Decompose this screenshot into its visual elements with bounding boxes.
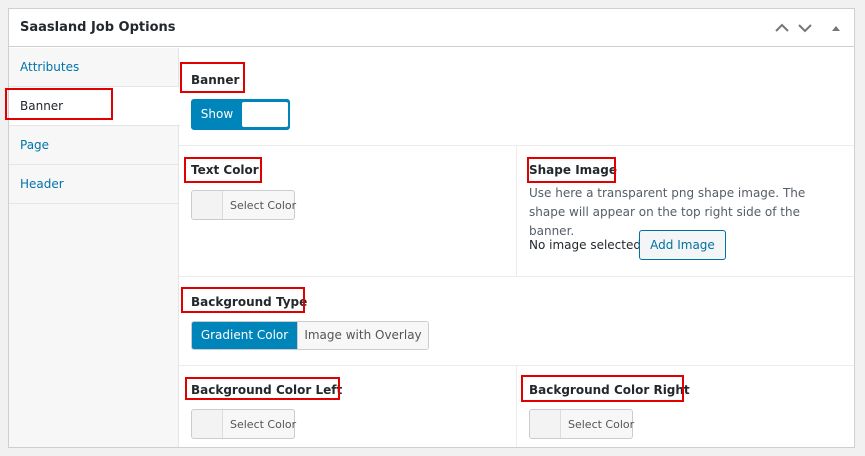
tab-label: Header bbox=[20, 177, 64, 191]
highlight-box bbox=[181, 287, 305, 313]
add-image-button[interactable]: Add Image bbox=[639, 230, 726, 260]
options-sidebar: Attributes Banner Page Header bbox=[5, 48, 180, 447]
bg-color-right-field: Background Color Right Select Color bbox=[516, 366, 854, 447]
shape-image-field: Shape Image Use here a transparent png s… bbox=[516, 146, 854, 276]
field-row-colors: Text Color Select Color Shape Image Use … bbox=[179, 146, 854, 277]
color-swatch bbox=[192, 410, 223, 438]
metabox-header[interactable]: Saasland Job Options bbox=[9, 9, 854, 47]
toggle-knob bbox=[242, 102, 288, 127]
bg-color-left-picker-button[interactable]: Select Color bbox=[191, 409, 297, 439]
highlight-box bbox=[185, 377, 340, 400]
chevron-down-icon[interactable] bbox=[796, 19, 814, 37]
metabox-body: Attributes Banner Page Header Banner Sho… bbox=[5, 48, 854, 447]
select-color-label: Select Color bbox=[230, 418, 297, 431]
color-swatch bbox=[530, 410, 561, 438]
field-row-banner: Banner Show bbox=[179, 48, 854, 146]
highlight-box bbox=[5, 88, 113, 120]
tab-label: Attributes bbox=[20, 60, 80, 74]
field-row-background-type: Background Type Gradient Color Image wit… bbox=[179, 277, 854, 366]
tab-attributes[interactable]: Attributes bbox=[9, 48, 179, 87]
toggle-on-label: Show bbox=[200, 107, 234, 121]
select-color-label: Select Color bbox=[230, 199, 297, 212]
bg-color-right-picker-button[interactable]: Select Color bbox=[529, 409, 635, 439]
metabox-title: Saasland Job Options bbox=[20, 20, 176, 35]
highlight-box bbox=[521, 375, 684, 402]
option-gradient-color[interactable]: Gradient Color bbox=[192, 322, 297, 349]
color-swatch bbox=[192, 191, 223, 219]
field-row-background-colors: Background Color Left Select Color Backg… bbox=[179, 366, 854, 447]
options-panel: Banner Show Text Color Select Color Shap… bbox=[179, 48, 854, 447]
chevron-up-icon[interactable] bbox=[773, 19, 791, 37]
text-color-picker-button[interactable]: Select Color bbox=[191, 190, 297, 220]
highlight-box bbox=[184, 157, 262, 183]
text-color-field: Text Color Select Color bbox=[179, 146, 516, 276]
tab-page[interactable]: Page bbox=[9, 126, 179, 165]
triangle-up-icon[interactable] bbox=[827, 19, 845, 37]
highlight-box bbox=[527, 157, 616, 183]
job-options-metabox: Saasland Job Options Attributes Banner P… bbox=[5, 8, 855, 448]
option-image-with-overlay[interactable]: Image with Overlay bbox=[297, 322, 428, 349]
highlight-box bbox=[180, 62, 245, 93]
background-type-selector: Gradient Color Image with Overlay bbox=[191, 321, 429, 350]
no-image-status: No image selected bbox=[529, 238, 641, 252]
tab-label: Page bbox=[20, 138, 50, 152]
banner-show-toggle[interactable]: Show bbox=[191, 99, 290, 130]
select-color-label: Select Color bbox=[568, 418, 635, 431]
bg-color-left-field: Background Color Left Select Color bbox=[179, 366, 516, 447]
tab-header[interactable]: Header bbox=[9, 165, 179, 204]
